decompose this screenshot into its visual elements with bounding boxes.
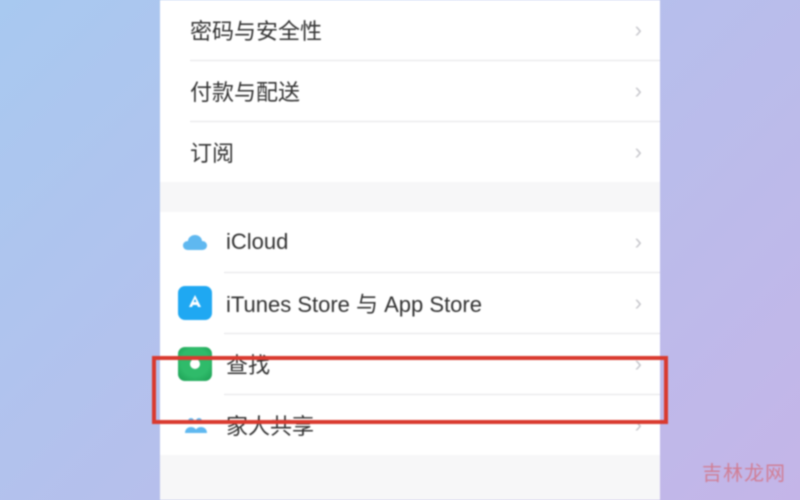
family-sharing-icon xyxy=(178,408,212,442)
row-subscriptions[interactable]: 订阅 › xyxy=(160,122,660,182)
settings-group-services: iCloud › iTunes Store 与 App Store › 查找 ›… xyxy=(160,212,660,455)
chevron-right-icon: › xyxy=(635,17,642,43)
row-label: iTunes Store 与 App Store xyxy=(226,287,635,319)
chevron-right-icon: › xyxy=(635,290,642,316)
icloud-icon xyxy=(178,225,212,259)
watermark-text: 吉林龙网 xyxy=(702,457,786,486)
row-label: 查找 xyxy=(226,348,635,380)
row-find-my[interactable]: 查找 › xyxy=(160,334,660,394)
find-my-icon xyxy=(178,347,212,381)
chevron-right-icon: › xyxy=(635,229,642,255)
row-family-sharing[interactable]: 家人共享 › xyxy=(160,395,660,455)
row-label: 付款与配送 xyxy=(190,75,635,107)
chevron-right-icon: › xyxy=(635,412,642,438)
row-itunes-appstore[interactable]: iTunes Store 与 App Store › xyxy=(160,273,660,333)
chevron-right-icon: › xyxy=(635,139,642,165)
row-password-security[interactable]: 密码与安全性 › xyxy=(160,0,660,60)
settings-group-account: 密码与安全性 › 付款与配送 › 订阅 › xyxy=(160,0,660,182)
appstore-icon xyxy=(178,286,212,320)
row-label: 密码与安全性 xyxy=(190,14,635,46)
row-payment-shipping[interactable]: 付款与配送 › xyxy=(160,61,660,121)
chevron-right-icon: › xyxy=(635,78,642,104)
chevron-right-icon: › xyxy=(635,351,642,377)
row-icloud[interactable]: iCloud › xyxy=(160,212,660,272)
row-label: 家人共享 xyxy=(226,409,635,441)
row-label: 订阅 xyxy=(190,136,635,168)
row-label: iCloud xyxy=(226,229,635,255)
settings-panel: 密码与安全性 › 付款与配送 › 订阅 › iCloud › iTunes S xyxy=(160,0,660,500)
